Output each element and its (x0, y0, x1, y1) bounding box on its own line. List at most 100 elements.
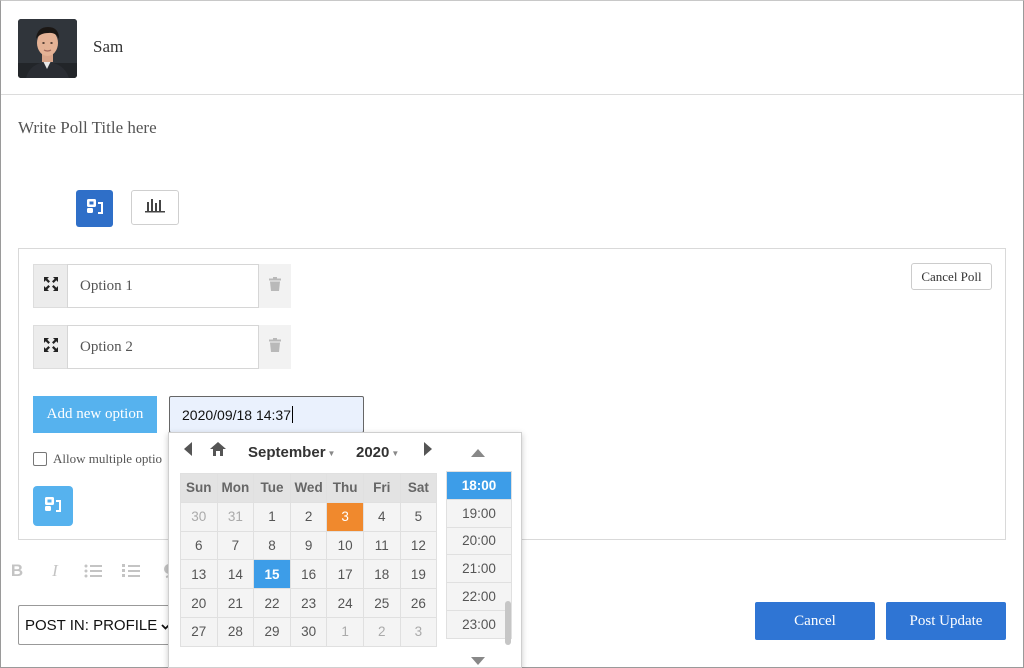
cancel-button[interactable]: Cancel (755, 602, 875, 640)
next-month-button[interactable] (423, 442, 432, 459)
time-option[interactable]: 19:00 (446, 498, 512, 528)
calendar-day[interactable]: 12 (399, 530, 438, 561)
calendar-day[interactable]: 27 (180, 616, 218, 647)
weekday-label: Sun (180, 473, 218, 503)
calendar-day[interactable]: 7 (216, 530, 255, 561)
weekday-label: Mon (216, 473, 255, 503)
weekday-label: Thu (326, 473, 364, 503)
calendar-day[interactable]: 30 (180, 501, 218, 532)
calendar-week-row: 30 31 1 2 3 4 5 (180, 501, 438, 532)
poll-type-options-button[interactable] (76, 190, 113, 227)
allow-multiple-checkbox[interactable] (33, 452, 47, 466)
calendar-day[interactable]: 6 (180, 530, 218, 561)
time-list: 18:00 19:00 20:00 21:00 22:00 23:00 (446, 471, 512, 639)
allow-multiple-label[interactable]: Allow multiple optio (53, 451, 162, 467)
user-name[interactable]: Sam (93, 37, 123, 57)
calendar-week-row: 20 21 22 23 24 25 26 (180, 588, 438, 618)
calendar-day[interactable]: 19 (399, 559, 438, 590)
weekday-label: Tue (253, 473, 291, 503)
calendar-day[interactable]: 20 (180, 588, 218, 618)
year-select[interactable]: 2020 ▼ (356, 444, 399, 461)
calendar-day-selected[interactable]: 15 (253, 559, 291, 590)
drag-handle[interactable] (33, 264, 67, 308)
calendar-day[interactable]: 31 (216, 501, 255, 532)
time-option[interactable]: 21:00 (446, 554, 512, 584)
home-icon (210, 442, 226, 459)
time-option[interactable]: 22:00 (446, 582, 512, 611)
bullet-list-icon[interactable] (82, 560, 104, 582)
weekday-label: Fri (362, 473, 401, 503)
calendar-day[interactable]: 3 (399, 616, 438, 647)
avatar[interactable] (18, 19, 77, 78)
calendar-day[interactable]: 13 (180, 559, 218, 590)
poll-toggle-button[interactable] (33, 486, 73, 526)
calendar-day[interactable]: 22 (253, 588, 291, 618)
drag-handle[interactable] (33, 325, 67, 369)
allow-multiple-option: Allow multiple optio (33, 451, 162, 467)
add-option-button[interactable]: Add new option (33, 396, 157, 433)
numbered-list-icon[interactable] (120, 560, 142, 582)
bar-chart-icon (145, 197, 165, 218)
calendar-day[interactable]: 28 (216, 616, 255, 647)
delete-option-button[interactable] (259, 264, 291, 308)
poll-option-input[interactable]: Option 2 (67, 325, 259, 369)
time-scroll-up-icon[interactable] (471, 449, 485, 457)
calendar-day[interactable]: 23 (289, 588, 328, 618)
time-scroll-down-icon[interactable] (471, 657, 485, 665)
poll-option-row: Option 1 (33, 264, 291, 308)
month-label: September (248, 444, 326, 461)
formatting-toolbar: B I (6, 560, 180, 582)
datetime-value: 2020/09/18 14:37 (182, 406, 291, 423)
calendar-day[interactable]: 11 (362, 530, 401, 561)
calendar-day[interactable]: 5 (399, 501, 438, 532)
move-icon (43, 276, 58, 296)
calendar-day[interactable]: 4 (362, 501, 401, 532)
poll-option-input[interactable]: Option 1 (67, 264, 259, 308)
time-option[interactable]: 20:00 (446, 526, 512, 556)
cancel-poll-button[interactable]: Cancel Poll (911, 263, 992, 290)
bold-icon[interactable]: B (6, 560, 28, 582)
calendar-day[interactable]: 24 (326, 588, 364, 618)
calendar-day-today[interactable]: 3 (326, 501, 364, 532)
calendar-day[interactable]: 18 (362, 559, 401, 590)
calendar-day[interactable]: 2 (362, 616, 401, 647)
time-scrollbar[interactable] (505, 601, 511, 645)
poll-option-row: Option 2 (33, 325, 291, 369)
post-in-select[interactable]: POST IN: PROFILE (18, 605, 174, 645)
poll-end-datetime-input[interactable]: 2020/09/18 14:37 (169, 396, 364, 433)
calendar-day[interactable]: 26 (399, 588, 438, 618)
poll-icon (44, 495, 62, 518)
delete-option-button[interactable] (259, 325, 291, 369)
calendar-day[interactable]: 17 (326, 559, 364, 590)
calendar-day[interactable]: 25 (362, 588, 401, 618)
calendar-day[interactable]: 8 (253, 530, 291, 561)
italic-icon[interactable]: I (44, 560, 66, 582)
weekday-header-row: Sun Mon Tue Wed Thu Fri Sat (180, 473, 438, 503)
calendar-day[interactable]: 29 (253, 616, 291, 647)
calendar-day[interactable]: 9 (289, 530, 328, 561)
calendar-day[interactable]: 10 (326, 530, 364, 561)
post-in-value: POST IN: PROFILE (25, 616, 158, 634)
composer-header: Sam (1, 1, 1023, 95)
year-label: 2020 (356, 444, 390, 461)
calendar-day[interactable]: 2 (289, 501, 328, 532)
prev-month-button[interactable] (184, 442, 193, 459)
month-select[interactable]: September ▼ (248, 444, 335, 461)
today-button[interactable] (210, 442, 226, 459)
post-update-button[interactable]: Post Update (886, 602, 1006, 640)
calendar-day[interactable]: 1 (253, 501, 291, 532)
poll-type-chart-button[interactable] (131, 190, 179, 225)
trash-icon (269, 276, 281, 296)
time-option[interactable]: 23:00 (446, 609, 512, 639)
calendar-day[interactable]: 21 (216, 588, 255, 618)
time-option-selected[interactable]: 18:00 (446, 471, 512, 500)
calendar-day[interactable]: 16 (289, 559, 328, 590)
caret-down-icon: ▼ (391, 448, 400, 458)
calendar-day[interactable]: 30 (289, 616, 328, 647)
calendar-day[interactable]: 14 (216, 559, 255, 590)
trash-icon (269, 337, 281, 357)
poll-title-input[interactable]: Write Poll Title here (18, 118, 157, 138)
calendar-day[interactable]: 1 (326, 616, 364, 647)
calendar-grid: Sun Mon Tue Wed Thu Fri Sat 30 31 1 2 3 … (180, 473, 438, 647)
text-caret (292, 406, 293, 423)
